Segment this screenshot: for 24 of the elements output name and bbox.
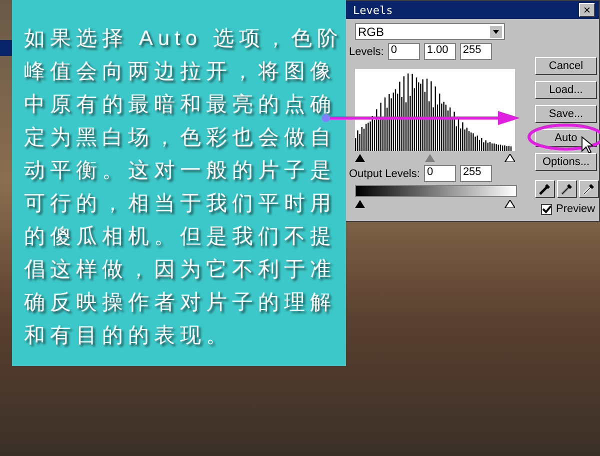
eyedropper-button[interactable] — [557, 180, 577, 198]
eyedropper-icon — [582, 182, 596, 196]
cursor-icon — [581, 136, 593, 154]
eyedropper-icon — [538, 182, 552, 196]
dialog-button[interactable]: Save... — [535, 105, 597, 123]
eyedropper-button[interactable] — [535, 180, 555, 198]
input-levels-label: Levels: — [349, 46, 384, 58]
input-level-field[interactable]: 1.00 — [424, 43, 456, 60]
dialog-button[interactable]: Load... — [535, 81, 597, 99]
output-levels-label: Output Levels: — [349, 168, 420, 180]
output-level-field[interactable]: 255 — [460, 165, 492, 182]
caption-text: 如果选择 Auto 选项，色阶峰值会向两边拉开，将图像中原有的最暗和最亮的点确定为黑白场，色彩也会做自动平衡。这对一般的片子是可行的，相当于我们平时用的傻瓜相机。但是我们不提倡这样做，因为它不利于准确反映操作者对片子的理解和有目的的表现。 — [24, 26, 344, 349]
preview-checkbox[interactable]: Preview — [541, 203, 599, 215]
channel-dropdown[interactable]: RGB — [355, 23, 505, 40]
input-level-field[interactable]: 0 — [388, 43, 420, 60]
eyedropper-icon — [560, 182, 574, 196]
eyedropper-button[interactable] — [579, 180, 599, 198]
dialog-button[interactable]: Options... — [535, 153, 597, 171]
output-level-field[interactable]: 0 — [424, 165, 456, 182]
close-button[interactable]: × — [579, 3, 595, 17]
input-level-field[interactable]: 255 — [460, 43, 492, 60]
checkbox[interactable] — [541, 204, 552, 214]
dialog-button[interactable]: Cancel — [535, 57, 597, 75]
dialog-title: Levels — [353, 4, 393, 16]
